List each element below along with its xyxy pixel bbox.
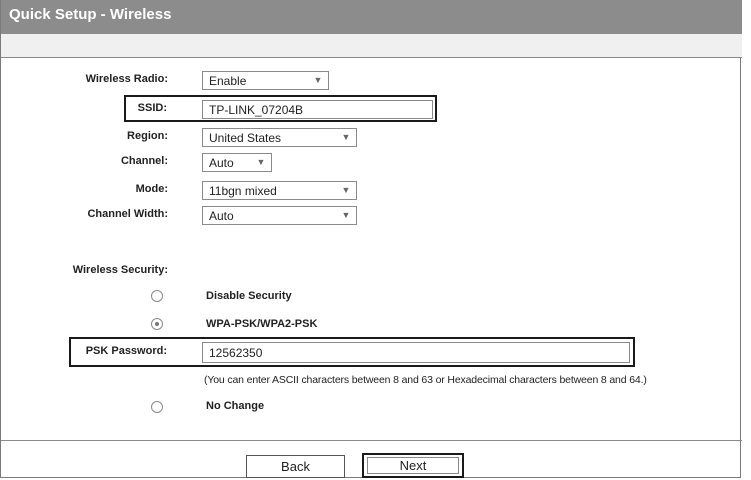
region-select[interactable]: United States ▼ xyxy=(202,128,357,147)
back-button[interactable]: Back xyxy=(246,455,345,478)
next-button[interactable]: Next xyxy=(362,453,464,478)
psk-password-value: 12562350 xyxy=(209,346,263,360)
footer-divider xyxy=(1,440,742,441)
wireless-radio-label: Wireless Radio: xyxy=(85,73,168,85)
mode-select[interactable]: 11bgn mixed ▼ xyxy=(202,181,357,200)
channel-value: Auto xyxy=(209,156,234,170)
sub-header-bar xyxy=(1,34,742,58)
next-button-label: Next xyxy=(399,458,427,473)
wpa-psk-label: WPA-PSK/WPA2-PSK xyxy=(206,318,318,330)
chevron-down-icon: ▼ xyxy=(341,185,351,195)
region-label: Region: xyxy=(127,130,168,142)
chevron-down-icon: ▼ xyxy=(313,75,323,85)
mode-value: 11bgn mixed xyxy=(209,184,277,198)
chevron-down-icon: ▼ xyxy=(341,210,351,220)
page-title: Quick Setup - Wireless xyxy=(9,6,172,23)
psk-help-text: (You can enter ASCII characters between … xyxy=(204,374,647,386)
no-change-label: No Change xyxy=(206,400,265,412)
ssid-value: TP-LINK_07204B xyxy=(209,103,304,117)
mode-label: Mode: xyxy=(135,183,168,195)
channel-select[interactable]: Auto ▼ xyxy=(202,153,272,172)
channel-label: Channel: xyxy=(120,155,168,167)
wireless-security-label: Wireless Security: xyxy=(72,264,168,276)
disable-security-label: Disable Security xyxy=(206,290,292,302)
disable-security-radio[interactable] xyxy=(151,290,163,302)
wpa-psk-radio[interactable] xyxy=(151,318,163,330)
ssid-input[interactable]: TP-LINK_07204B xyxy=(202,100,433,119)
channel-width-label: Channel Width: xyxy=(87,208,168,220)
channel-width-value: Auto xyxy=(209,209,234,223)
chevron-down-icon: ▼ xyxy=(256,157,266,167)
wireless-radio-value: Enable xyxy=(209,74,247,88)
no-change-radio[interactable] xyxy=(151,401,163,413)
wireless-radio-select[interactable]: Enable ▼ xyxy=(202,71,329,90)
psk-password-label: PSK Password: xyxy=(85,345,167,357)
channel-width-select[interactable]: Auto ▼ xyxy=(202,206,357,225)
psk-password-input[interactable]: 12562350 xyxy=(202,342,630,363)
ssid-label: SSID: xyxy=(137,102,167,114)
radio-selected-dot xyxy=(155,322,159,326)
header-bar: Quick Setup - Wireless xyxy=(1,0,742,34)
region-value: United States xyxy=(209,131,282,145)
setup-panel: Quick Setup - Wireless Wireless Radio: E… xyxy=(0,0,742,478)
chevron-down-icon: ▼ xyxy=(341,132,351,142)
